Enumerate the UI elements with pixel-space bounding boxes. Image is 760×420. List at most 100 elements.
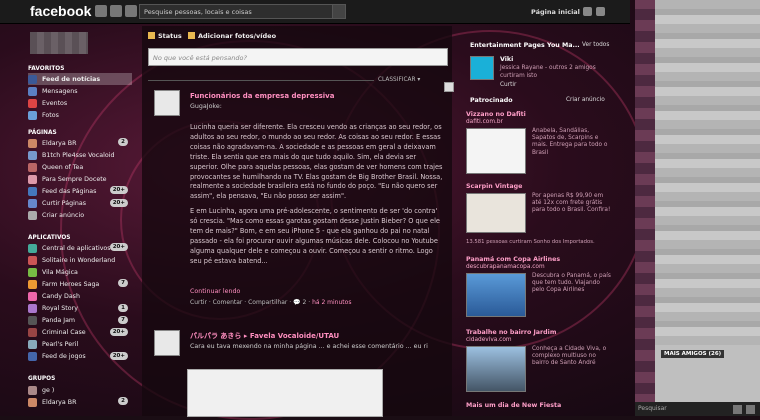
sidebar-item-label: Criar anúncio <box>42 212 85 220</box>
ad-url[interactable]: cidadeviva.com <box>466 337 512 343</box>
popout-icon[interactable] <box>746 405 755 414</box>
sidebar-item[interactable]: Queen of Tea <box>28 161 132 173</box>
sidebar-item-label: Para Sempre Docete <box>42 175 107 183</box>
plane-image[interactable] <box>466 273 526 317</box>
profile-avatar[interactable] <box>30 32 88 54</box>
sidebar-item[interactable]: Panda Jam 7 <box>28 315 132 327</box>
count-badge: 20+ <box>109 351 128 360</box>
sidebar-item-label: Feed de notícias <box>42 75 101 83</box>
search-input[interactable]: Pesquise pessoas, locais e coisas <box>139 4 345 19</box>
sidebar-item[interactable]: Central de aplicativos 20+ <box>28 242 132 254</box>
sidebar-item[interactable]: Criar anúncio <box>28 210 132 222</box>
gear-icon[interactable] <box>733 405 742 414</box>
sidebar-item-label: Vila Mágica <box>42 268 78 276</box>
search-icon[interactable] <box>332 4 346 19</box>
app-icon <box>28 255 37 265</box>
see-all-link[interactable]: Ver todos <box>582 42 609 48</box>
chevron-down-icon[interactable] <box>444 82 454 92</box>
messages-icon[interactable] <box>110 5 122 17</box>
notifications-icon[interactable] <box>125 5 137 17</box>
ad-title[interactable]: Vizzano no Dafiti <box>466 111 526 118</box>
sidebar-item[interactable]: Royal Story 1 <box>28 303 132 315</box>
ad-url[interactable]: descubrapanamacopa.com <box>466 264 545 270</box>
count-badge: 2 <box>118 397 128 406</box>
status-input[interactable]: No que você está pensando? <box>148 48 448 66</box>
sidebar-item[interactable]: Candy Dash <box>28 290 132 302</box>
post-title[interactable]: パルパラ あきら ▸ Favela Vocaloide/UTAU <box>190 331 339 341</box>
post-avatar[interactable] <box>154 90 180 116</box>
ent-pages-title[interactable]: Entertainment Pages You Ma... <box>470 42 580 49</box>
shoe-image[interactable] <box>466 193 526 233</box>
app-icon <box>28 211 37 221</box>
home-link[interactable]: Página inicial <box>531 8 580 16</box>
ad-title[interactable]: Scarpin Vintage <box>466 183 522 190</box>
sidebar-item-label: Criminal Case <box>42 329 86 337</box>
post-avatar[interactable] <box>154 330 180 356</box>
pencil-icon <box>148 32 155 39</box>
post-paragraph: Lucinha queria ser diferente. Ela cresce… <box>190 123 443 201</box>
ad-url[interactable]: dafiti.com.br <box>466 119 503 125</box>
sidebar-item[interactable]: Eventos <box>28 97 132 109</box>
ad-description: Anabela, Sandálias, Sapatos de, Scarpins… <box>532 128 608 156</box>
sidebar-item[interactable]: Eldarya BR 2 <box>28 396 132 408</box>
building-image[interactable] <box>466 346 526 392</box>
app-icon <box>28 138 37 148</box>
apps-heading: APLICATIVOS <box>28 235 71 241</box>
app-icon <box>28 352 37 362</box>
sidebar-item[interactable]: Feed de jogos 20+ <box>28 351 132 363</box>
post-author[interactable]: GugaJoke: <box>190 103 222 110</box>
ad-description: Conheça a Cidade Viva, o complexo multiu… <box>532 346 607 367</box>
privacy-icon[interactable] <box>583 7 592 16</box>
sidebar-item[interactable]: Farm Heroes Saga 7 <box>28 278 132 290</box>
tab-add-photo[interactable]: Adicionar fotos/vídeo <box>188 32 276 40</box>
viki-logo[interactable] <box>470 56 494 80</box>
app-icon <box>28 243 37 253</box>
post-title[interactable]: Funcionários da empresa depressiva <box>190 92 334 100</box>
sidebar-item[interactable]: Feed de notícias <box>28 73 132 85</box>
sidebar-item[interactable]: Pearl's Peril <box>28 339 132 351</box>
create-ad-link[interactable]: Criar anúncio <box>566 97 605 103</box>
tab-status[interactable]: Status <box>148 32 182 40</box>
app-icon <box>28 199 37 208</box>
facebook-logo[interactable]: facebook <box>30 3 91 19</box>
sidebar-item[interactable]: Criminal Case 20+ <box>28 327 132 339</box>
sidebar-item-label: Pearl's Peril <box>42 341 79 349</box>
sidebar-item-label: Fotos <box>42 111 59 119</box>
sidebar-item[interactable]: Vila Mágica <box>28 266 132 278</box>
sidebar-item[interactable]: ge ) <box>28 384 132 396</box>
app-icon <box>28 162 37 172</box>
like-button[interactable]: Curtir <box>500 82 516 89</box>
ad-title[interactable]: Trabalhe no bairro Jardim <box>466 329 556 336</box>
post-actions[interactable]: Curtir · Comentar · Compartilhar · 💬 2 ·… <box>190 299 351 306</box>
app-icon <box>28 150 37 160</box>
more-friends-label[interactable]: MAIS AMIGOS (26) <box>661 350 725 358</box>
app-icon <box>28 304 37 313</box>
read-more-link[interactable]: Continuar lendo <box>190 288 240 295</box>
gear-icon[interactable] <box>596 7 605 16</box>
sidebar-item-label: ge ) <box>42 386 55 394</box>
ad-title[interactable]: Panamá com Copa Airlines <box>466 256 560 263</box>
comment-icon: 💬 <box>293 299 303 306</box>
sidebar-item[interactable]: Para Sempre Docete <box>28 173 132 185</box>
app-icon <box>28 291 37 301</box>
viki-name[interactable]: Viki <box>500 56 513 63</box>
favorites-heading: FAVORITOS <box>28 66 65 72</box>
sidebar-item[interactable]: Mensagens <box>28 85 132 97</box>
sidebar-item[interactable]: Eldarya BR 2 <box>28 137 132 149</box>
sidebar-item-label: Queen of Tea <box>42 163 84 171</box>
sidebar-item[interactable]: Curtir Páginas 20+ <box>28 198 132 210</box>
app-icon <box>28 279 37 289</box>
left-sidebar: FAVORITOS Feed de notícias Mensagens Event… <box>26 26 134 416</box>
friend-requests-icon[interactable] <box>95 5 107 17</box>
sidebar-item[interactable]: Feed das Páginas 20+ <box>28 185 132 197</box>
shoe-image[interactable] <box>466 128 526 174</box>
sidebar-item[interactable]: B1tch Ple4sse Vocaloid <box>28 149 132 161</box>
sort-dropdown[interactable]: CLASSIFICAR ▾ <box>378 77 420 83</box>
post-image[interactable] <box>187 369 383 417</box>
sidebar-item[interactable]: Solitaire in Wonderland <box>28 254 132 266</box>
ad-footer: 13.581 pessoas curtiram Sonho dos Import… <box>466 239 595 245</box>
sidebar-item-label: B1tch Ple4sse Vocaloid <box>42 151 115 159</box>
sidebar-item[interactable]: Fotos <box>28 109 132 121</box>
app-icon <box>28 74 37 84</box>
ad-title[interactable]: Mais um dia de New Fiesta <box>466 402 561 409</box>
